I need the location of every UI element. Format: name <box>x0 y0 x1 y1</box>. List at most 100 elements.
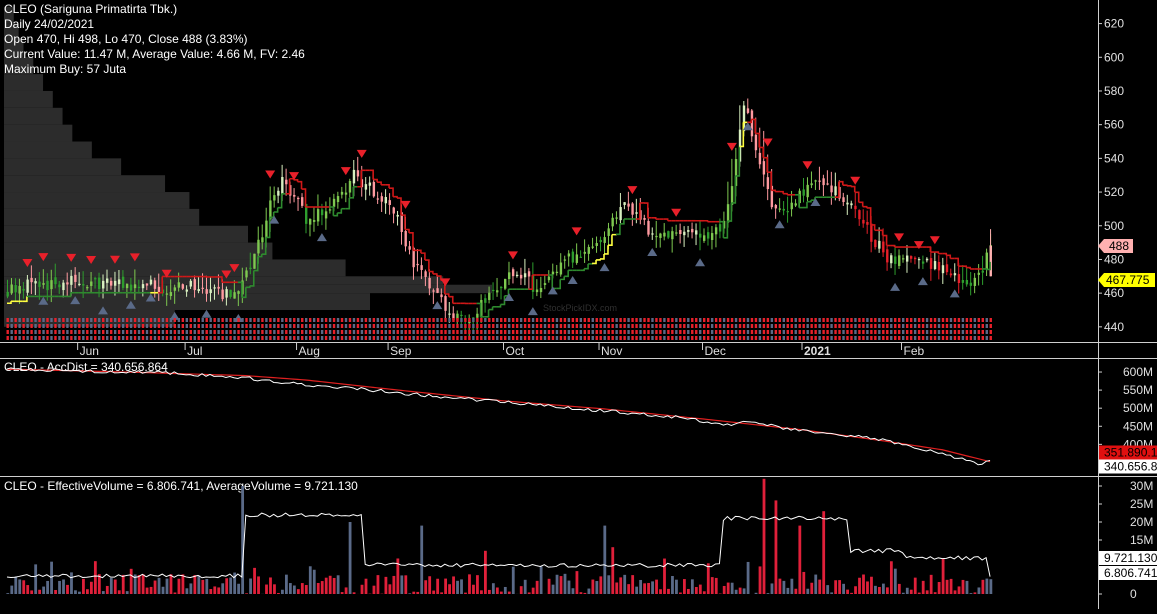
activity-stripe-cell <box>615 330 617 334</box>
activity-stripe-cell <box>249 324 251 328</box>
activity-stripe-cell <box>229 318 231 322</box>
volume-bar <box>392 576 395 594</box>
activity-stripe-cell <box>158 336 160 340</box>
volume-bar <box>783 581 786 594</box>
activity-stripe-cell <box>930 336 932 340</box>
accdist-y-tick-label: 450M <box>1123 419 1153 433</box>
activity-stripe-cell <box>795 324 797 328</box>
activity-stripe-cell <box>902 324 904 328</box>
candle-body <box>277 191 279 196</box>
activity-stripe-cell <box>500 330 502 334</box>
sell-signal-marker <box>671 209 681 217</box>
volume-bar <box>289 583 292 594</box>
activity-stripe-cell <box>50 336 52 340</box>
activity-stripe-cell <box>966 336 968 340</box>
activity-stripe-cell <box>154 318 156 322</box>
activity-stripe-cell <box>166 324 168 328</box>
time-x-tick-label: Nov <box>601 344 622 358</box>
accdist-y-tick-label: 500M <box>1123 401 1153 415</box>
activity-stripe-cell <box>731 336 733 340</box>
activity-stripe-cell <box>158 324 160 328</box>
activity-stripe-cell <box>424 330 426 334</box>
activity-stripe-cell <box>110 318 112 322</box>
volume-bar <box>647 583 650 594</box>
volume-bar <box>731 583 734 594</box>
candle-body <box>98 278 100 289</box>
volume-bar <box>715 578 718 594</box>
volume-bar <box>66 585 69 594</box>
trailing-stop-segment <box>564 270 568 276</box>
activity-stripe-cell <box>982 324 984 328</box>
trailing-stop-segment <box>803 202 807 208</box>
activity-stripe-cell <box>830 324 832 328</box>
activity-stripe-cell <box>122 318 124 322</box>
activity-stripe-cell <box>930 318 932 322</box>
activity-stripe-cell <box>723 318 725 322</box>
volume-bar <box>854 586 857 594</box>
activity-stripe-cell <box>544 330 546 334</box>
activity-stripe-cell <box>78 336 80 340</box>
candle-body <box>962 280 964 283</box>
activity-stripe-cell <box>623 330 625 334</box>
activity-stripe-cell <box>345 318 347 322</box>
activity-stripe-cell <box>906 324 908 328</box>
trailing-stop-segment <box>592 260 596 263</box>
candle-body <box>345 193 347 195</box>
activity-stripe-cell <box>213 330 215 334</box>
activity-stripe-cell <box>166 336 168 340</box>
activity-stripe-cell <box>858 336 860 340</box>
activity-stripe-cell <box>958 324 960 328</box>
activity-stripe-cell <box>759 330 761 334</box>
activity-stripe-cell <box>202 318 204 322</box>
activity-stripe-cell <box>560 330 562 334</box>
activity-stripe-cell <box>974 324 976 328</box>
volume-bar <box>631 575 634 594</box>
activity-stripe-cell <box>182 336 184 340</box>
volume-bar <box>277 593 280 594</box>
volume-bar <box>763 479 766 594</box>
activity-stripe-cell <box>337 324 339 328</box>
activity-stripe-cell <box>655 330 657 334</box>
activity-stripe-cell <box>484 336 486 340</box>
volume-bar <box>890 561 893 594</box>
activity-stripe-cell <box>803 330 805 334</box>
volume-bar <box>225 578 228 594</box>
volume-bar <box>281 590 284 594</box>
volume-bar <box>822 511 825 594</box>
activity-stripe-cell <box>190 330 192 334</box>
activity-stripe-cell <box>560 318 562 322</box>
candle-body <box>619 207 621 220</box>
sell-signal-marker <box>914 241 924 249</box>
activity-stripe-cell <box>623 318 625 322</box>
activity-stripe-cell <box>448 324 450 328</box>
activity-stripe-cell <box>834 318 836 322</box>
activity-stripe-cell <box>508 336 510 340</box>
activity-stripe-cell <box>990 318 992 322</box>
activity-stripe-cell <box>317 336 319 340</box>
volume-bar <box>293 585 296 594</box>
effective-volume-tag-label: 6.806.741 <box>1104 566 1157 580</box>
activity-stripe-cell <box>14 336 16 340</box>
activity-stripe-cell <box>412 324 414 328</box>
activity-stripe-cell <box>962 324 964 328</box>
volume-bar <box>50 562 53 594</box>
activity-stripe-cell <box>878 318 880 322</box>
candle-body <box>488 293 490 300</box>
activity-stripe-cell <box>110 330 112 334</box>
activity-stripe-cell <box>715 318 717 322</box>
activity-stripe-cell <box>651 330 653 334</box>
time-x-tick-label: Jun <box>80 344 99 358</box>
volume-bar <box>942 558 945 594</box>
activity-stripe-cell <box>942 318 944 322</box>
candle-body <box>373 182 375 197</box>
activity-stripe-cell <box>134 330 136 334</box>
activity-stripe-cell <box>799 318 801 322</box>
activity-stripe-cell <box>154 324 156 328</box>
activity-stripe-cell <box>870 336 872 340</box>
activity-stripe-cell <box>225 318 227 322</box>
volume-bar <box>265 585 268 594</box>
activity-stripe-cell <box>150 330 152 334</box>
activity-stripe-cell <box>460 324 462 328</box>
time-x-tick-label: Sep <box>390 344 412 358</box>
accdist-y-axis: 600M550M500M450M400M <box>1098 365 1153 451</box>
